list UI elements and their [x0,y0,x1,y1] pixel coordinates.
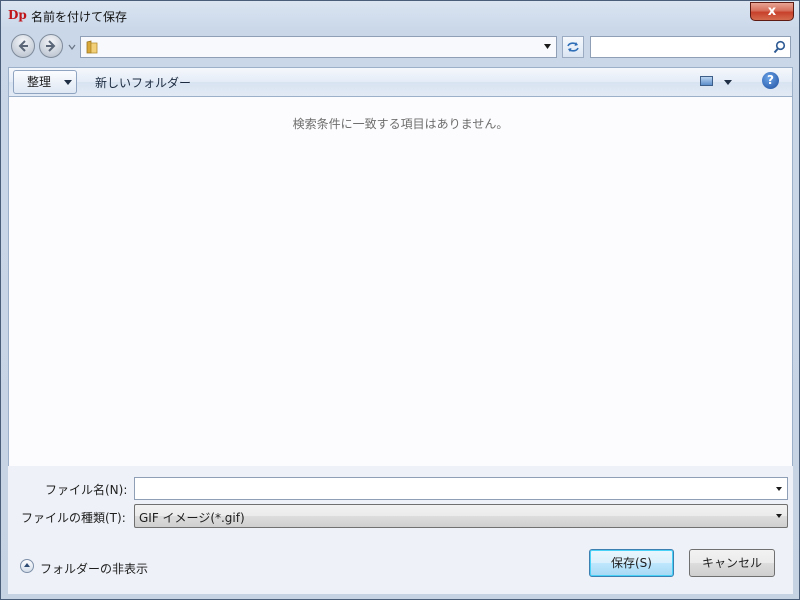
filetype-label: ファイルの種類(T): [21,511,126,525]
search-input[interactable] [594,39,768,57]
title-bar[interactable]: Dp 名前を付けて保存 x [1,1,799,31]
search-box[interactable] [590,36,791,58]
close-button[interactable]: x [750,2,794,21]
dialog-title: 名前を付けて保存 [31,10,128,24]
address-dropdown-icon[interactable] [544,44,551,49]
refresh-button[interactable] [562,36,584,58]
filetype-value: GIF イメージ(*.gif) [139,511,245,525]
organize-label: 整理 [27,75,52,89]
help-icon[interactable]: ? [762,72,779,89]
folder-icon [86,40,98,54]
collapse-arrow-icon [20,559,34,573]
back-button[interactable] [11,34,35,58]
new-folder-button[interactable]: 新しいフォルダー [95,74,191,91]
empty-message: 検索条件に一致する項目はありません。 [292,117,509,131]
organize-button[interactable]: 整理 [13,70,77,94]
filename-label: ファイル名(N): [45,483,128,497]
filename-field[interactable] [134,477,788,500]
filetype-select[interactable]: GIF イメージ(*.gif) [134,504,788,528]
save-options-panel: ファイル名(N): ファイルの種類(T): GIF イメージ(*.gif) フォ… [8,466,793,594]
filename-input[interactable] [138,480,762,499]
forward-arrow-icon [46,40,56,52]
hide-folders-label: フォルダーの非表示 [40,562,149,576]
file-list[interactable]: 検索条件に一致する項目はありません。 [8,97,793,466]
forward-button[interactable] [39,34,63,58]
view-options-button[interactable] [700,73,738,91]
save-as-dialog: Dp 名前を付けて保存 x 整理 新しいフォルダー ? 検索条件に一致する項目は… [0,0,800,600]
cancel-button[interactable]: キャンセル [689,549,775,577]
chevron-down-icon [64,80,72,85]
command-toolbar: 整理 新しいフォルダー ? [8,67,793,97]
address-bar[interactable] [80,36,557,58]
app-icon: Dp [8,8,27,22]
back-arrow-icon [18,40,28,52]
view-options-icon [700,76,713,86]
search-icon[interactable] [773,40,786,54]
refresh-icon [567,42,579,52]
chevron-down-icon [776,514,782,518]
save-button[interactable]: 保存(S) [589,549,674,577]
navigation-bar [1,31,799,63]
history-dropdown-icon[interactable] [68,43,76,51]
chevron-down-icon [724,80,732,85]
chevron-down-icon[interactable] [776,487,782,491]
